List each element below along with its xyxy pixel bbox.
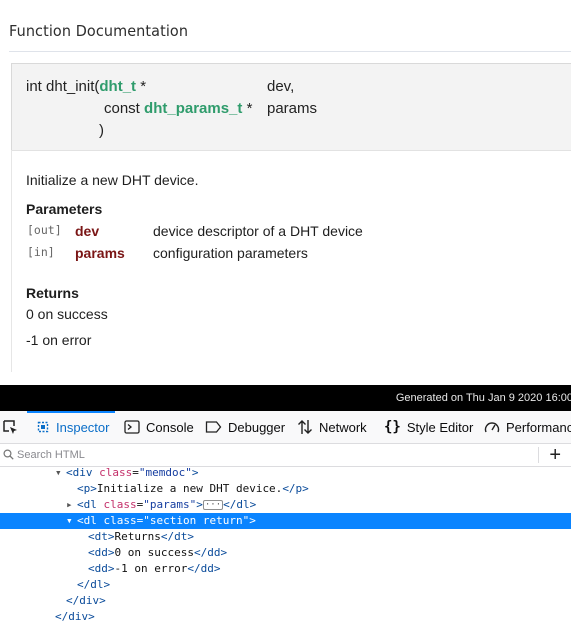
tab-label: Style Editor — [406, 419, 474, 435]
add-node-button[interactable]: + — [549, 444, 561, 466]
collapsed-content-icon[interactable]: ··· — [202, 500, 224, 510]
tree-node-dt[interactable]: <dt>Returns</dt> — [0, 529, 571, 545]
function-signature: int dht_init( — [26, 78, 100, 95]
tree-node-close-div[interactable]: </div> — [0, 593, 571, 609]
search-html-bar: Search HTML + — [0, 444, 571, 467]
tab-label: Debugger — [228, 419, 286, 435]
param-description: configuration parameters — [153, 245, 308, 261]
markup-tree: ▾ <div class="memdoc"> <p>Initialize a n… — [0, 465, 571, 627]
tab-label: Performanc — [506, 419, 571, 435]
param-description: device descriptor of a DHT device — [153, 223, 363, 239]
inspector-icon — [37, 421, 49, 433]
prototype-line-1: int dht_init(dht_t * — [26, 78, 146, 95]
title-divider — [9, 51, 571, 52]
tree-node-div-memdoc[interactable]: ▾ <div class="memdoc"> — [0, 465, 571, 481]
memdoc-divider — [11, 150, 571, 151]
function-description: Initialize a new DHT device. — [26, 172, 199, 188]
closing-paren: ) — [99, 122, 104, 139]
gauge-icon — [484, 422, 500, 433]
tab-label: Network — [319, 419, 367, 435]
pointer-star: * — [136, 78, 147, 95]
generated-footer: Generated on Thu Jan 9 2020 16:00 — [0, 385, 571, 411]
return-value: -1 on error — [26, 332, 92, 348]
param-name: dev — [75, 223, 100, 239]
parameters-heading: Parameters — [26, 201, 103, 217]
element-picker-button[interactable] — [2, 411, 24, 443]
tree-node-dl-section-return[interactable]: ▾ <dl class="section return"> — [0, 513, 571, 529]
footer-text: Generated on Thu Jan 9 2020 16:00 — [395, 392, 571, 404]
tab-performance[interactable]: Performanc — [484, 411, 571, 443]
pointer-star: * — [242, 100, 253, 117]
tab-debugger[interactable]: Debugger — [205, 411, 285, 443]
tree-node-dd[interactable]: <dd>0 on success</dd> — [0, 545, 571, 561]
returns-heading: Returns — [26, 285, 79, 301]
tree-node-dd[interactable]: <dd>-1 on error</dd> — [0, 561, 571, 577]
tab-style-editor[interactable]: {} Style Editor — [384, 411, 473, 443]
type-link-dht-t[interactable]: dht_t — [99, 78, 136, 95]
tab-label: Inspector — [56, 419, 110, 435]
debugger-icon — [205, 421, 222, 433]
prototype-line-2: const dht_params_t * — [104, 100, 252, 117]
search-html-input[interactable]: Search HTML — [17, 449, 85, 461]
param-params-name: params — [267, 100, 318, 117]
console-icon — [124, 420, 140, 434]
tab-console[interactable]: Console — [124, 411, 194, 443]
network-icon — [298, 420, 312, 434]
param-direction: [out] — [27, 223, 62, 237]
tree-node-p[interactable]: <p>Initialize a new DHT device.</p> — [0, 481, 571, 497]
param-name: params — [75, 245, 125, 261]
tab-label: Console — [146, 419, 194, 435]
tab-inspector[interactable]: Inspector — [36, 411, 109, 443]
search-icon — [3, 449, 14, 460]
devtools-panel: Inspector Console Debugger Network {} St… — [0, 411, 571, 627]
toolbar-divider — [538, 447, 539, 463]
tree-node-close-div[interactable]: </div> — [0, 609, 571, 625]
return-value: 0 on success — [26, 306, 108, 322]
tab-network[interactable]: Network — [297, 411, 367, 443]
tree-node-dl-params[interactable]: ▸ <dl class="params"> ··· </dl> — [0, 497, 571, 513]
expand-triangle-icon[interactable]: ▾ — [55, 465, 62, 481]
devtools-toolbar: Inspector Console Debugger Network {} St… — [0, 411, 571, 444]
const-keyword: const — [104, 100, 140, 117]
param-direction: [in] — [27, 245, 55, 259]
memdoc-border — [11, 150, 12, 372]
tree-node-close-dl[interactable]: </dl> — [0, 577, 571, 593]
braces-icon: {} — [384, 419, 401, 435]
section-title: Function Documentation — [9, 22, 189, 40]
type-link-dht-params-t[interactable]: dht_params_t — [144, 100, 242, 117]
collapse-triangle-icon[interactable]: ▸ — [66, 497, 73, 513]
expand-triangle-icon[interactable]: ▾ — [66, 513, 73, 529]
param-dev-name: dev, — [267, 78, 295, 95]
element-picker-icon — [3, 420, 17, 434]
